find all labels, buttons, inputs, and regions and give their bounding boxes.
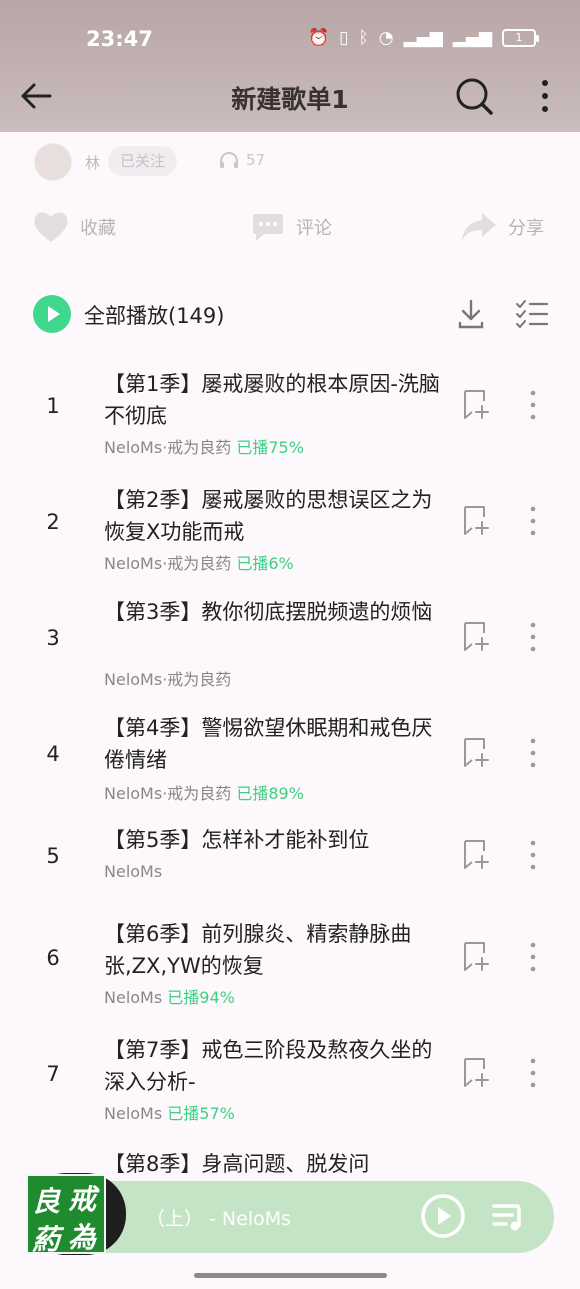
track-subtitle: NeloMs·戒为良药 已播89% <box>104 780 304 804</box>
add-to-playlist-icon[interactable] <box>460 736 494 770</box>
play-all-row: 全部播放(149) <box>0 292 580 336</box>
battery-icon: 1 <box>502 29 539 47</box>
track-played: 已播6% <box>236 554 294 573</box>
status-icons: ⏰ ▯ ᛒ ◔ ▂▄▆ ▂▄▆ 1 <box>307 27 539 49</box>
track-title: 【第3季】教你彻底摆脱频遗的烦恼 <box>104 600 433 624</box>
play-all-label[interactable]: 全部播放(149) <box>84 300 224 330</box>
track-title: 【第6季】前列腺炎、精索静脉曲张,ZX,YW的恢复 <box>104 922 412 978</box>
comment-label: 评论 <box>296 218 332 239</box>
track-author: NeloMs·戒为良药 <box>104 670 232 689</box>
track-author: NeloMs·戒为良药 <box>104 438 232 457</box>
track-row[interactable]: 7 【第7季】戒色三阶段及熬夜久坐的深入分析- NeloMs 已播57% <box>0 1034 580 1134</box>
headphones-icon <box>220 152 238 168</box>
nav-bar: 新建歌单1 <box>0 64 580 128</box>
track-number: 6 <box>46 946 60 970</box>
bluetooth-icon: ᛒ <box>358 28 369 48</box>
track-more-icon[interactable] <box>522 388 544 422</box>
track-number: 4 <box>46 742 60 766</box>
track-more-icon[interactable] <box>522 940 544 974</box>
track-more-icon[interactable] <box>522 620 544 654</box>
play-all-button[interactable] <box>33 295 71 333</box>
share-button[interactable]: 分享 <box>460 210 544 244</box>
heart-icon <box>34 212 68 242</box>
track-title: 【第1季】屡戒屡败的根本原因-洗脑不彻底 <box>104 372 440 428</box>
track-title: 【第4季】警惕欲望休眠期和戒色厌倦情绪 <box>104 716 433 772</box>
track-row[interactable]: 3 【第3季】教你彻底摆脱频遗的烦恼 NeloMs·戒为良药 <box>0 596 580 696</box>
follow-button[interactable]: 已关注 <box>108 146 178 176</box>
alarm-icon: ⏰ <box>307 28 330 48</box>
home-indicator[interactable] <box>194 1273 387 1278</box>
track-subtitle: NeloMs 已播57% <box>104 1100 235 1124</box>
track-more-icon[interactable] <box>522 736 544 770</box>
track-row[interactable]: 4 【第4季】警惕欲望休眠期和戒色厌倦情绪 NeloMs·戒为良药 已播89% <box>0 712 580 812</box>
track-number: 2 <box>46 510 60 534</box>
track-played: 已播89% <box>236 784 304 803</box>
track-row[interactable]: 5 【第5季】怎样补才能补到位 NeloMs <box>0 824 580 904</box>
status-bar: 23:47 ⏰ ▯ ᛒ ◔ ▂▄▆ ▂▄▆ 1 <box>0 0 580 72</box>
header: 23:47 ⏰ ▯ ᛒ ◔ ▂▄▆ ▂▄▆ 1 新建歌单1 <box>0 0 580 132</box>
add-to-playlist-icon[interactable] <box>460 1056 494 1090</box>
track-row[interactable]: 2 【第2季】屡戒屡败的思想误区之为恢复X功能而戒 NeloMs·戒为良药 已播… <box>0 480 580 580</box>
track-title: 【第7季】戒色三阶段及熬夜久坐的深入分析- <box>104 1038 433 1094</box>
share-icon <box>462 213 496 241</box>
play-circle-icon[interactable] <box>420 1193 466 1239</box>
listen-count: 57 <box>218 150 265 170</box>
track-subtitle: NeloMs·戒为良药 已播75% <box>104 434 304 458</box>
add-to-playlist-icon[interactable] <box>460 388 494 422</box>
track-number: 5 <box>46 844 60 868</box>
track-author: NeloMs·戒为良药 <box>104 554 232 573</box>
track-more-icon[interactable] <box>522 504 544 538</box>
play-icon <box>48 306 60 322</box>
track-more-icon[interactable] <box>522 1056 544 1090</box>
track-row[interactable]: 1 【第1季】屡戒屡败的根本原因-洗脑不彻底 NeloMs·戒为良药 已播75% <box>0 364 580 464</box>
add-to-playlist-icon[interactable] <box>460 620 494 654</box>
track-subtitle: NeloMs·戒为良药 <box>104 666 231 690</box>
signal-2g-icon: ▂▄▆ <box>452 28 492 48</box>
track-title: 【第5季】怎样补才能补到位 <box>104 828 370 852</box>
vibrate-icon: ▯ <box>339 28 349 48</box>
track-subtitle: NeloMs 已播94% <box>104 984 235 1008</box>
track-number: 7 <box>46 1062 60 1086</box>
share-label: 分享 <box>508 218 544 239</box>
avatar[interactable] <box>34 143 72 181</box>
track-number: 1 <box>46 394 60 418</box>
track-played: 已播57% <box>167 1104 235 1123</box>
favorite-label: 收藏 <box>80 218 116 239</box>
track-title: 【第8季】身高问题、脱发问 <box>104 1152 370 1176</box>
add-to-playlist-icon[interactable] <box>460 838 494 872</box>
multi-select-icon[interactable] <box>514 297 550 331</box>
status-time: 23:47 <box>86 27 153 51</box>
action-row: 收藏 评论 分享 <box>0 210 580 254</box>
track-row[interactable]: 6 【第6季】前列腺炎、精索静脉曲张,ZX,YW的恢复 NeloMs 已播94% <box>0 918 580 1018</box>
comment-icon <box>253 214 283 241</box>
track-title: 【第2季】屡戒屡败的思想误区之为恢复X功能而戒 <box>104 488 433 544</box>
playlist-icon[interactable] <box>490 1197 528 1235</box>
track-author: NeloMs <box>104 862 163 881</box>
signal-icon: ▂▄▆ <box>403 28 443 48</box>
wifi-icon: ◔ <box>378 28 394 48</box>
track-played: 已播75% <box>236 438 304 457</box>
track-author: NeloMs·戒为良药 <box>104 784 232 803</box>
creator-row: 林 已关注 57 <box>0 140 580 184</box>
album-cover-logo[interactable]: 戒 為 良 葯 <box>26 1174 106 1256</box>
favorite-button[interactable]: 收藏 <box>32 210 116 244</box>
comment-button[interactable]: 评论 <box>250 210 332 244</box>
download-icon[interactable] <box>454 297 488 331</box>
listen-count-value: 57 <box>246 151 266 169</box>
track-subtitle: NeloMs <box>104 862 162 881</box>
creator-name[interactable]: 林 <box>85 152 100 173</box>
track-subtitle: NeloMs·戒为良药 已播6% <box>104 550 294 574</box>
more-vertical-icon[interactable] <box>530 74 560 118</box>
player-track-text[interactable]: （上） - NeloMs <box>146 1204 291 1231</box>
track-author: NeloMs <box>104 988 163 1007</box>
add-to-playlist-icon[interactable] <box>460 940 494 974</box>
add-to-playlist-icon[interactable] <box>460 504 494 538</box>
track-author: NeloMs <box>104 1104 163 1123</box>
track-played: 已播94% <box>167 988 235 1007</box>
track-number: 3 <box>46 626 60 650</box>
track-more-icon[interactable] <box>522 838 544 872</box>
search-icon[interactable] <box>452 74 496 118</box>
